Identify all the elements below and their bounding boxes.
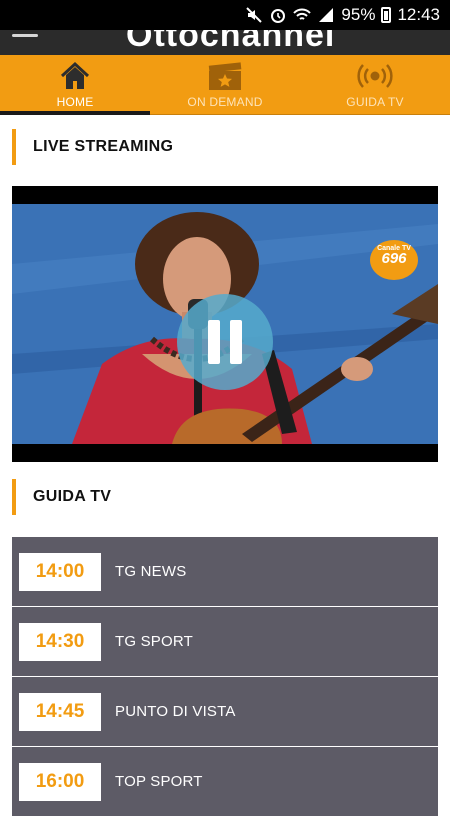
status-icons: 95% 12:43 xyxy=(245,4,440,26)
guide-time: 14:45 xyxy=(19,693,101,731)
guide-time: 16:00 xyxy=(19,763,101,801)
mute-icon xyxy=(246,7,263,23)
section-title-live: LIVE STREAMING xyxy=(12,129,173,165)
tab-guida-tv[interactable]: GUIDA TV xyxy=(300,55,450,115)
tab-bar: HOME ON DEMAND GUIDA TV xyxy=(0,55,450,115)
tab-guida-tv-label: GUIDA TV xyxy=(346,95,404,109)
tv-guide-list: 14:00 TG NEWS 14:30 TG SPORT 14:45 PUNTO… xyxy=(12,537,438,817)
battery-icon xyxy=(381,7,392,23)
guide-row[interactable]: 14:00 TG NEWS xyxy=(12,537,438,607)
pause-icon xyxy=(208,320,220,364)
menu-icon[interactable] xyxy=(12,34,38,37)
guide-row[interactable]: 14:30 TG SPORT xyxy=(12,607,438,677)
tab-on-demand-label: ON DEMAND xyxy=(187,95,263,109)
app-logo: Ottochannel xyxy=(126,30,336,54)
signal-icon xyxy=(319,8,334,22)
tab-divider xyxy=(150,114,450,115)
clapperboard-star-icon xyxy=(208,62,242,90)
clock: 12:43 xyxy=(397,5,440,24)
guide-title: PUNTO DI VISTA xyxy=(115,702,236,720)
tab-home[interactable]: HOME xyxy=(0,55,150,115)
tab-home-label: HOME xyxy=(56,95,94,109)
guide-row[interactable]: 16:00 TOP SPORT xyxy=(12,747,438,817)
tab-on-demand[interactable]: ON DEMAND xyxy=(150,55,300,115)
guide-title: TG NEWS xyxy=(115,562,187,580)
video-player[interactable]: Canale TV 696 xyxy=(12,186,438,462)
guide-row[interactable]: 14:45 PUNTO DI VISTA xyxy=(12,677,438,747)
guide-title: TG SPORT xyxy=(115,632,193,650)
video-frame: Canale TV 696 xyxy=(12,204,438,444)
pause-icon-bar xyxy=(230,320,242,364)
channel-badge: Canale TV 696 xyxy=(370,240,418,280)
guide-time: 14:00 xyxy=(19,553,101,591)
guide-time: 14:30 xyxy=(19,623,101,661)
wifi-icon xyxy=(293,8,312,20)
battery-percent: 95% xyxy=(341,5,376,24)
pause-button[interactable] xyxy=(177,294,273,390)
alarm-icon xyxy=(271,9,286,23)
status-bar: 95% 12:43 xyxy=(0,0,450,30)
channel-badge-number: 696 xyxy=(381,250,407,267)
section-title-guide: GUIDA TV xyxy=(12,479,111,515)
app-bar: Ottochannel xyxy=(0,30,450,55)
broadcast-icon xyxy=(357,64,393,88)
home-icon xyxy=(60,61,90,89)
guide-title: TOP SPORT xyxy=(115,772,203,790)
